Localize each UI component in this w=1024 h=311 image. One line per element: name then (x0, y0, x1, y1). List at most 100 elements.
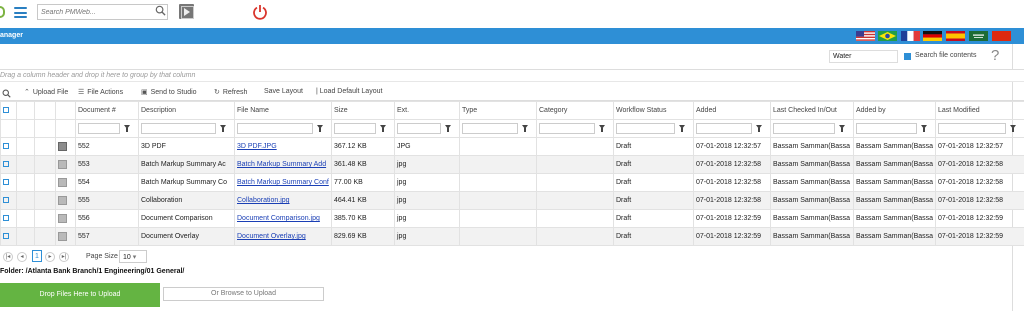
table-row[interactable]: 555 Collaboration Collaboration.jpg 464.… (0, 191, 1024, 210)
column-filter-input[interactable] (334, 123, 376, 134)
filter-funnel-icon[interactable] (919, 123, 929, 134)
flag-germany-icon[interactable] (923, 31, 942, 41)
cell-added-by: Bassam Samman(Bassa (853, 227, 936, 246)
save-layout-button[interactable]: Save Layout (264, 88, 303, 95)
group-by-drop-zone[interactable]: Drag a column header and drop it here to… (0, 69, 1024, 82)
search-file-contents-checkbox[interactable] (904, 53, 911, 60)
filter-funnel-icon[interactable] (315, 123, 325, 134)
current-page-button[interactable]: 1 (32, 250, 42, 262)
row-checkbox[interactable] (3, 233, 9, 240)
column-header[interactable]: Ext. (394, 101, 460, 120)
column-filter-input[interactable] (237, 123, 313, 134)
select-all-checkbox[interactable] (3, 107, 9, 114)
drop-files-zone[interactable]: Drop Files Here to Upload (0, 283, 160, 307)
column-filter-input[interactable] (397, 123, 441, 134)
upload-file-button[interactable]: ⌃ Upload File (24, 88, 68, 96)
flag-saudi-icon[interactable] (969, 31, 988, 41)
next-page-icon[interactable]: ▸ (45, 252, 55, 262)
keyword-search-input[interactable]: Water (829, 50, 898, 63)
column-header[interactable]: Document # (75, 101, 139, 120)
hamburger-menu-icon[interactable] (14, 7, 27, 18)
filter-funnel-icon[interactable] (837, 123, 847, 134)
flag-china-icon[interactable] (992, 31, 1011, 41)
file-name-link[interactable]: Batch Markup Summary Conf (237, 179, 329, 186)
column-filter-input[interactable] (773, 123, 835, 134)
cell-status: Draft (613, 209, 694, 228)
documents-grid: Document # Description File Name Size Ex… (0, 101, 1024, 246)
file-name-link[interactable]: 3D PDF.JPG (237, 143, 277, 150)
page-size-select[interactable]: 10 ▾ (119, 250, 147, 263)
power-logout-icon[interactable] (252, 4, 268, 20)
column-filter-input[interactable] (856, 123, 917, 134)
flag-spain-icon[interactable] (946, 31, 965, 41)
image-thumbnail-icon[interactable] (58, 178, 67, 187)
row-checkbox[interactable] (3, 197, 9, 204)
search-icon[interactable] (2, 89, 11, 98)
filter-funnel-icon[interactable] (378, 123, 388, 134)
file-name-link[interactable]: Document Overlay.jpg (237, 233, 306, 240)
filter-funnel-icon[interactable] (677, 123, 687, 134)
table-row[interactable]: 556 Document Comparison Document Compari… (0, 209, 1024, 228)
previous-page-icon[interactable]: ◂ (17, 252, 27, 262)
row-checkbox[interactable] (3, 161, 9, 168)
column-header[interactable]: Workflow Status (613, 101, 694, 120)
column-filter-input[interactable] (616, 123, 675, 134)
table-row[interactable]: 553 Batch Markup Summary Ac Batch Markup… (0, 155, 1024, 174)
column-header[interactable]: Size (331, 101, 395, 120)
file-name-link[interactable]: Collaboration.jpg (237, 197, 290, 204)
studio-film-icon[interactable] (179, 4, 194, 19)
filter-funnel-icon[interactable] (1008, 123, 1018, 134)
flag-us-icon[interactable] (856, 31, 875, 41)
filter-funnel-icon[interactable] (122, 123, 132, 134)
table-row[interactable]: 557 Document Overlay Document Overlay.jp… (0, 227, 1024, 246)
column-header[interactable]: Description (138, 101, 235, 120)
refresh-button[interactable]: ↻ Refresh (214, 88, 247, 96)
file-actions-button[interactable]: ☰ File Actions (78, 88, 123, 96)
send-to-studio-button[interactable]: ▣ Send to Studio (141, 88, 197, 96)
column-header[interactable]: Last Checked In/Out (770, 101, 854, 120)
filter-funnel-icon[interactable] (597, 123, 607, 134)
image-thumbnail-icon[interactable] (58, 142, 67, 151)
column-header[interactable]: Type (459, 101, 537, 120)
upload-chevron-icon: ⌃ (24, 89, 30, 96)
file-name-link[interactable]: Document Comparison.jpg (237, 215, 320, 222)
cell-category (536, 227, 614, 246)
row-checkbox[interactable] (3, 215, 9, 222)
column-header[interactable]: File Name (234, 101, 332, 120)
app-logo[interactable] (0, 6, 5, 18)
row-checkbox[interactable] (3, 143, 9, 150)
cell-size: 367.12 KB (331, 137, 395, 156)
column-header[interactable]: Last Modified (935, 101, 1024, 120)
image-thumbnail-icon[interactable] (58, 214, 67, 223)
filter-funnel-icon[interactable] (754, 123, 764, 134)
file-name-link[interactable]: Batch Markup Summary Add (237, 161, 326, 168)
column-header[interactable]: Added by (853, 101, 936, 120)
image-thumbnail-icon[interactable] (58, 160, 67, 169)
search-icon[interactable] (155, 5, 166, 16)
table-row[interactable]: 554 Batch Markup Summary Co Batch Markup… (0, 173, 1024, 192)
help-icon[interactable]: ? (991, 47, 999, 64)
column-header[interactable]: Added (693, 101, 771, 120)
column-filter-input[interactable] (462, 123, 518, 134)
column-filter-input[interactable] (938, 123, 1006, 134)
select-all-cell[interactable] (0, 101, 17, 120)
column-filter-input[interactable] (78, 123, 120, 134)
image-thumbnail-icon[interactable] (58, 232, 67, 241)
global-search-input[interactable] (38, 5, 148, 19)
filter-funnel-icon[interactable] (520, 123, 530, 134)
row-checkbox[interactable] (3, 179, 9, 186)
filter-funnel-icon[interactable] (218, 123, 228, 134)
browse-upload-button[interactable]: Or Browse to Upload (163, 287, 324, 301)
flag-brazil-icon[interactable] (878, 31, 897, 41)
image-thumbnail-icon[interactable] (58, 196, 67, 205)
filter-funnel-icon[interactable] (443, 123, 453, 134)
table-row[interactable]: 552 3D PDF 3D PDF.JPG 367.12 KB JPG Draf… (0, 137, 1024, 156)
column-filter-input[interactable] (539, 123, 595, 134)
last-page-icon[interactable]: ▸| (59, 252, 69, 262)
column-header[interactable]: Category (536, 101, 614, 120)
load-default-layout-button[interactable]: | Load Default Layout (316, 88, 382, 95)
flag-france-icon[interactable] (901, 31, 920, 41)
column-filter-input[interactable] (696, 123, 752, 134)
column-filter-input[interactable] (141, 123, 216, 134)
first-page-icon[interactable]: |◂ (3, 252, 13, 262)
